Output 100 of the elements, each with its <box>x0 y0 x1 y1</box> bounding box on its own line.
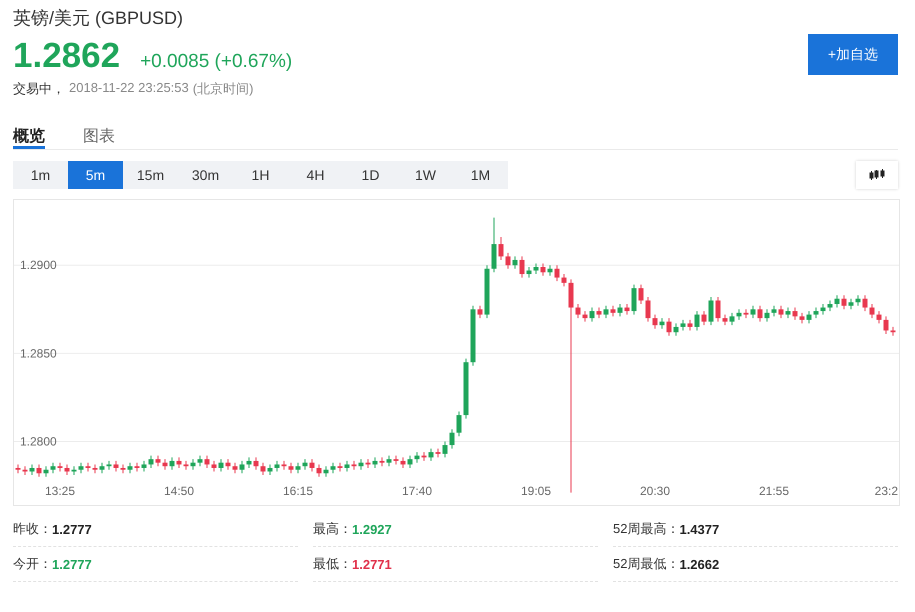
falling-candle <box>596 307 602 319</box>
rising-candle <box>246 456 252 468</box>
period-button[interactable]: 1D <box>343 161 398 189</box>
falling-candle <box>58 462 62 472</box>
falling-candle <box>120 464 126 474</box>
rising-candle <box>344 460 350 472</box>
falling-candle <box>876 310 882 324</box>
falling-candle <box>800 312 804 324</box>
x-axis-label: 23:2 <box>874 484 898 498</box>
falling-candle <box>582 310 588 322</box>
falling-candle <box>870 304 874 319</box>
falling-candle <box>162 458 168 470</box>
period-button[interactable]: 15m <box>123 161 178 189</box>
falling-candle <box>352 460 356 470</box>
period-button[interactable]: 1W <box>398 161 453 189</box>
falling-candle <box>260 462 266 476</box>
falling-candle <box>92 464 98 474</box>
y-axis-label: 1.2900 <box>20 258 57 272</box>
rising-candle <box>50 462 56 474</box>
rising-candle <box>708 296 714 326</box>
falling-candle <box>520 256 524 278</box>
x-axis-label: 20:30 <box>640 484 670 498</box>
falling-candle <box>204 455 210 468</box>
stat-label: 最高： <box>313 520 352 538</box>
chart-type-button[interactable] <box>856 161 898 189</box>
rising-candle <box>414 452 420 464</box>
rising-candle <box>408 455 412 468</box>
period-button[interactable]: 5m <box>68 161 123 189</box>
stat-label: 52周最低： <box>613 555 680 573</box>
rising-candle <box>218 458 224 472</box>
y-axis-label: 1.2850 <box>20 346 57 360</box>
rising-candle <box>680 319 686 331</box>
rising-candle <box>78 462 84 474</box>
falling-candle <box>554 264 560 282</box>
falling-candle <box>36 464 42 478</box>
rising-candle <box>428 448 434 462</box>
falling-candle <box>646 296 650 322</box>
y-axis-label: 1.2800 <box>20 434 57 449</box>
rising-candle <box>848 298 854 310</box>
stat-value: 1.2777 <box>52 556 92 572</box>
tab[interactable]: 图表 <box>83 120 115 149</box>
falling-candle <box>758 305 762 322</box>
stat-label: 今开： <box>13 555 52 573</box>
rising-candle <box>750 305 756 319</box>
rising-candle <box>820 304 826 316</box>
rising-candle <box>330 462 336 474</box>
rising-candle <box>772 305 776 317</box>
falling-candle <box>884 316 888 334</box>
rising-candle <box>128 462 132 474</box>
tab[interactable]: 概览 <box>13 120 45 149</box>
rising-candle <box>548 264 552 276</box>
rising-candle <box>856 294 860 306</box>
falling-candle <box>86 462 90 472</box>
falling-candle <box>176 456 182 468</box>
stat-value: 1.2662 <box>679 556 720 572</box>
falling-candle <box>22 466 28 476</box>
falling-candle <box>400 456 406 468</box>
rising-candle <box>806 310 812 324</box>
rising-candle <box>268 464 272 476</box>
rising-candle <box>358 458 364 470</box>
period-button[interactable]: 30m <box>178 161 233 189</box>
timezone: (北京时间) <box>192 80 254 98</box>
period-button[interactable]: 4H <box>288 161 343 189</box>
falling-candle <box>576 304 580 319</box>
rising-candle <box>302 458 308 470</box>
rising-candle <box>736 308 742 320</box>
x-axis-label: 13:25 <box>44 484 76 498</box>
falling-candle <box>436 448 440 458</box>
rising-candle <box>470 305 476 366</box>
rising-candle <box>834 294 840 308</box>
x-axis-label: 19:05 <box>520 484 552 498</box>
rising-candle <box>618 304 622 317</box>
stat-label: 最低： <box>313 555 352 573</box>
price: 1.2862 <box>13 36 120 76</box>
rising-candle <box>44 466 48 478</box>
rising-candle <box>764 308 770 322</box>
falling-candle <box>310 458 314 472</box>
rising-candle <box>534 262 538 275</box>
rising-candle <box>590 307 594 322</box>
falling-candle <box>156 455 160 467</box>
falling-candle <box>254 456 258 470</box>
falling-candle <box>422 452 426 462</box>
rising-candle <box>492 217 496 273</box>
rising-candle <box>632 284 636 316</box>
rising-candle <box>148 455 154 468</box>
x-axis-label: 17:40 <box>402 484 432 498</box>
x-axis-label: 16:15 <box>282 484 314 498</box>
stat-value: 1.2771 <box>352 556 392 572</box>
stat-label: 52周最高： <box>613 520 680 538</box>
falling-candle <box>64 464 70 476</box>
falling-candle <box>16 464 20 474</box>
period-button[interactable]: 1m <box>13 161 68 189</box>
rising-candle <box>828 300 832 312</box>
add-watchlist-button[interactable]: +加自选 <box>808 34 898 75</box>
falling-candle <box>540 262 546 276</box>
falling-candle <box>792 307 798 320</box>
period-button[interactable]: 1M <box>453 161 508 189</box>
period-button[interactable]: 1H <box>233 161 288 189</box>
stat-value: 1.2927 <box>352 522 392 536</box>
falling-candle <box>114 460 118 472</box>
